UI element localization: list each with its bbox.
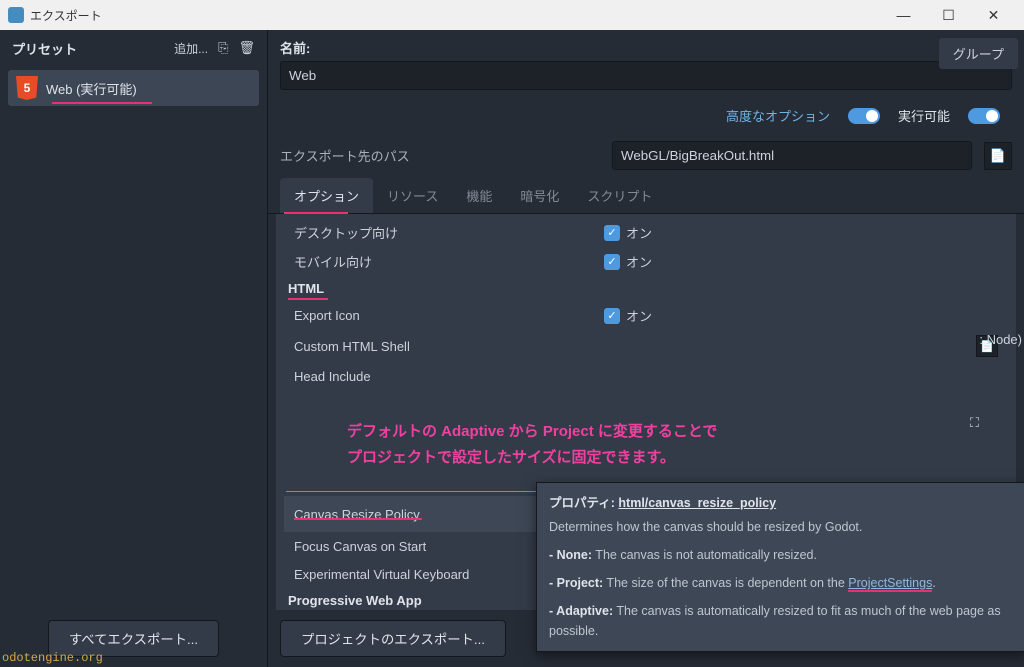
desktop-checkbox[interactable]: ✓ xyxy=(604,225,620,241)
advanced-options-label: 高度なオプション xyxy=(726,106,830,125)
minimize-button[interactable]: — xyxy=(881,1,926,29)
tab-scripts[interactable]: スクリプト xyxy=(573,178,666,213)
presets-title: プリセット xyxy=(12,39,174,58)
name-label: 名前: xyxy=(280,38,1012,57)
node-text: : Node) xyxy=(979,332,1022,347)
app-icon xyxy=(8,7,24,23)
tooltip-property-name: html/canvas_resize_policy xyxy=(618,496,776,510)
browse-path-button[interactable]: 📄 xyxy=(984,142,1012,170)
export-path-input[interactable] xyxy=(612,141,972,170)
fullscreen-icon[interactable]: ⛶ xyxy=(970,415,979,431)
runnable-toggle[interactable] xyxy=(968,108,1000,124)
mobile-checkbox[interactable]: ✓ xyxy=(604,254,620,270)
preset-name-input[interactable] xyxy=(280,61,1012,90)
annotation-callout: デフォルトの Adaptive から Project に変更することで プロジェ… xyxy=(334,402,988,487)
settings-tabs: オプション リソース 機能 暗号化 スクリプト xyxy=(268,178,1024,214)
export-icon-label: Export Icon xyxy=(294,308,604,323)
export-icon-checkbox[interactable]: ✓ xyxy=(604,308,620,324)
preset-label: Web (実行可能) xyxy=(46,79,137,98)
tab-features[interactable]: 機能 xyxy=(452,178,506,213)
project-export-button[interactable]: プロジェクトのエクスポート... xyxy=(280,620,506,657)
head-include-label: Head Include xyxy=(294,369,604,384)
titlebar: エクスポート — ☐ ✕ xyxy=(0,0,1024,30)
annotation-underline xyxy=(288,298,328,300)
custom-html-label: Custom HTML Shell xyxy=(294,339,604,354)
annotation-underline xyxy=(284,212,348,214)
delete-icon[interactable]: 🗑 xyxy=(238,40,255,56)
close-button[interactable]: ✕ xyxy=(971,1,1016,29)
desktop-label: デスクトップ向け xyxy=(294,223,604,242)
project-settings-link[interactable]: ProjectSettings xyxy=(848,576,932,592)
maximize-button[interactable]: ☐ xyxy=(926,1,971,29)
tab-resources[interactable]: リソース xyxy=(373,178,452,213)
html5-icon: 5 xyxy=(16,76,38,100)
copy-icon[interactable]: ⎘ xyxy=(218,40,228,56)
tab-options[interactable]: オプション xyxy=(280,178,373,213)
preset-web[interactable]: 5 Web (実行可能) xyxy=(8,70,259,106)
advanced-options-toggle[interactable] xyxy=(848,108,880,124)
export-path-label: エクスポート先のパス xyxy=(280,146,600,165)
html-section: HTML xyxy=(284,276,1008,301)
status-url: odotengine.org xyxy=(2,651,103,665)
annotation-underline xyxy=(52,102,152,104)
file-icon: 📄 xyxy=(990,148,1006,164)
annotation-underline xyxy=(294,518,422,520)
groups-tab[interactable]: グループ xyxy=(939,38,1018,69)
mobile-label: モバイル向け xyxy=(294,252,604,271)
property-tooltip: プロパティ: html/canvas_resize_policy Determi… xyxy=(536,482,1024,652)
tab-encryption[interactable]: 暗号化 xyxy=(506,178,573,213)
window-title: エクスポート xyxy=(30,7,881,24)
add-preset-link[interactable]: 追加... xyxy=(174,40,208,57)
presets-panel: プリセット 追加... ⎘ 🗑 5 Web (実行可能) すべてエクスポート..… xyxy=(0,30,268,667)
runnable-label: 実行可能 xyxy=(898,106,950,125)
